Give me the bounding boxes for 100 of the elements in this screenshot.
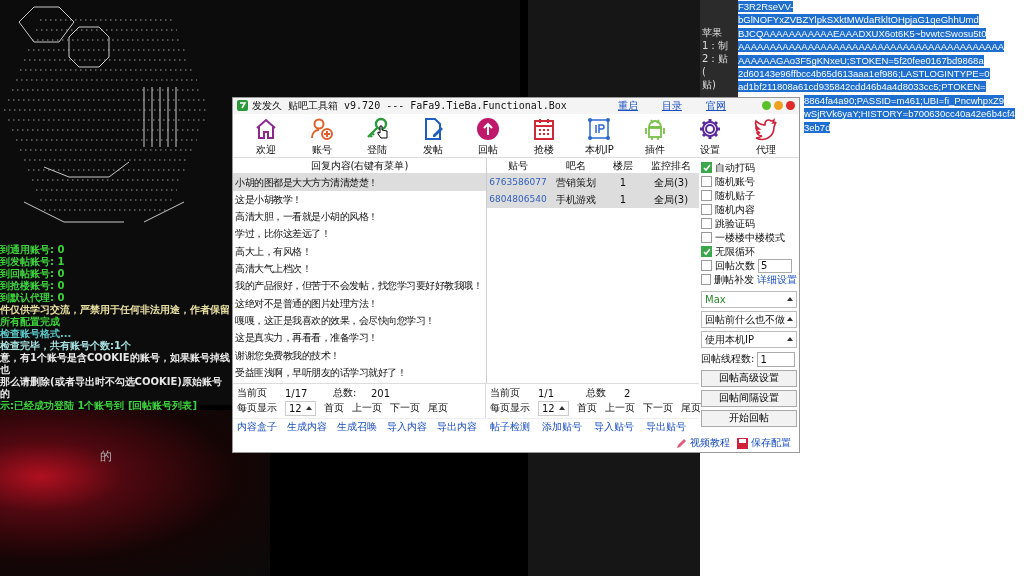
reply-row[interactable]: 这是真实力，再看看，准备学习！ bbox=[233, 329, 486, 347]
action-link[interactable]: 生成内容 bbox=[287, 419, 327, 434]
toolbar-button[interactable]: 回帖 bbox=[463, 113, 514, 157]
column-header[interactable]: 楼层 bbox=[603, 157, 643, 173]
table-cell-text: 营销策划 bbox=[555, 175, 597, 190]
selected-text: F3R2RseVV- bbox=[738, 1, 794, 12]
maximize-button[interactable] bbox=[774, 101, 783, 111]
pager-link[interactable]: 上一页 bbox=[351, 401, 382, 416]
header-link[interactable]: 重启 bbox=[618, 98, 658, 113]
dropdown[interactable]: Max bbox=[701, 290, 797, 308]
toolbar-button[interactable]: 代理 bbox=[740, 113, 791, 157]
reply-row[interactable]: 高大上，有风格！ bbox=[233, 242, 486, 260]
header-link[interactable]: 目录 bbox=[662, 98, 702, 113]
toolbar-button[interactable]: 账号 bbox=[296, 113, 347, 157]
checkbox[interactable] bbox=[701, 190, 712, 202]
details-link[interactable]: 详细设置 bbox=[757, 272, 797, 287]
action-link[interactable]: 内容盒子 bbox=[237, 419, 277, 434]
checkbox-label: 自动打码 bbox=[715, 160, 755, 175]
selected-text: 3eb7d bbox=[804, 121, 831, 133]
count-field[interactable]: 5 bbox=[758, 258, 792, 273]
action-button[interactable]: 回帖高级设置 bbox=[701, 369, 797, 387]
post-id-link[interactable]: 6763586077 bbox=[487, 173, 549, 191]
checkbox[interactable] bbox=[701, 274, 711, 286]
column-header[interactable]: 贴号 bbox=[487, 157, 549, 173]
toolbar-button[interactable]: 发帖 bbox=[407, 113, 458, 157]
caret-icon bbox=[558, 406, 565, 411]
console-line: 到发帖账号: 1 bbox=[0, 256, 66, 268]
pager-label: 每页显示 bbox=[490, 401, 530, 416]
minimize-button[interactable] bbox=[762, 101, 771, 111]
page-size-select[interactable]: 12 bbox=[285, 400, 316, 416]
reply-row[interactable]: 谢谢您免费教我的技术！ bbox=[233, 346, 486, 364]
threads-spinner[interactable]: 1 bbox=[757, 351, 796, 367]
pager-link[interactable]: 下一页 bbox=[642, 401, 673, 416]
action-link[interactable]: 生成召唤 bbox=[337, 419, 377, 434]
footer-link[interactable]: 保存配置 bbox=[751, 436, 791, 451]
toolbar-button[interactable]: 本机IP bbox=[574, 113, 625, 157]
action-link[interactable]: 帖子检测 bbox=[490, 419, 531, 434]
pencil-icon bbox=[676, 437, 687, 449]
action-link[interactable]: 导入内容 bbox=[387, 419, 427, 434]
reply-row[interactable]: 嘎嘎，这正是我喜欢的效果，会尽快向您学习！ bbox=[233, 311, 486, 330]
reply-row[interactable]: 高清大气上档次！ bbox=[233, 260, 486, 278]
page-size-select[interactable]: 12 bbox=[538, 400, 569, 416]
window-title: 发发久 贴吧工具箱 v9.720 --- FaFa9.TieBa.Functional.Box bbox=[252, 98, 568, 113]
dropdown[interactable]: 使用本机IP bbox=[701, 330, 797, 348]
toolbar-button[interactable]: 插件 bbox=[629, 113, 680, 157]
pager-link[interactable]: 上一页 bbox=[604, 401, 635, 416]
action-link[interactable]: 导出内容 bbox=[437, 419, 477, 434]
calendar-icon bbox=[531, 116, 556, 141]
console-line: 件仅供学习交流，严禁用于任何非法用途，作者保留 bbox=[0, 304, 230, 316]
upload-circle-icon bbox=[476, 116, 501, 141]
action-button[interactable]: 回帖间隔设置 bbox=[701, 389, 797, 407]
reply-row[interactable]: 高清大胆，一看就是小胡的风格！ bbox=[233, 208, 486, 226]
toolbar-button[interactable]: 抢楼 bbox=[518, 113, 569, 157]
checkbox[interactable] bbox=[701, 260, 712, 272]
checkbox[interactable] bbox=[701, 232, 712, 244]
pager-link[interactable]: 首页 bbox=[576, 401, 597, 416]
column-header[interactable]: 回复内容(右键有菜单) bbox=[233, 157, 486, 174]
reply-row[interactable]: 受益匪浅啊，早听朋友的话学习就好了！ bbox=[233, 363, 486, 382]
pager-link[interactable]: 尾页 bbox=[427, 401, 448, 416]
pager-link[interactable]: 下一页 bbox=[389, 401, 420, 416]
reply-row[interactable]: 学过，比你这差远了！ bbox=[233, 225, 486, 243]
pager-link[interactable]: 首页 bbox=[323, 401, 344, 416]
reply-row[interactable]: 这绝对不是普通的图片处理方法！ bbox=[233, 294, 486, 312]
total-count: 2 bbox=[624, 387, 631, 399]
checkbox[interactable] bbox=[701, 162, 712, 174]
background-text: 的 bbox=[100, 448, 112, 465]
toolbar-button[interactable]: 欢迎 bbox=[241, 113, 291, 157]
toolbar-button[interactable]: 登陆 bbox=[352, 113, 403, 157]
caret-icon bbox=[787, 337, 793, 342]
column-header[interactable]: 吧名 bbox=[549, 157, 603, 173]
checkbox[interactable] bbox=[701, 218, 712, 230]
reply-row[interactable]: 我的产品很好，但苦于不会发帖，找您学习要好好教我哦！ bbox=[233, 277, 486, 295]
pager-link[interactable]: 尾页 bbox=[680, 401, 701, 416]
console-line: 所有配置完成 bbox=[0, 316, 61, 328]
checkbox-label: 删帖补发 bbox=[714, 272, 754, 287]
selected-text: AAAAAAAAAAAAAAAAAAAAAAAAAAAAAAAAAAAAAAAAAA bbox=[738, 41, 1005, 53]
action-button[interactable]: 开始回帖 bbox=[701, 409, 797, 427]
hand-cursor-icon bbox=[377, 125, 388, 139]
dropdown[interactable]: 回帖前什么也不做 bbox=[701, 310, 797, 328]
checkbox-label: 随机贴子 bbox=[715, 188, 755, 203]
toolbar-button[interactable]: 设置 bbox=[685, 113, 736, 157]
bird-icon bbox=[753, 116, 778, 141]
selected-text: BJCQAAAAAAAAAAAEAAADXUX6ot6K5~bvwtcSwosu5t0 bbox=[738, 27, 987, 39]
checkbox[interactable] bbox=[701, 246, 712, 258]
total-count: 201 bbox=[371, 387, 391, 399]
console-line: 示:已经成功登陆 1个账号到 [回帖账号列表] bbox=[0, 400, 199, 412]
table-cell-text: 全局(3) bbox=[652, 192, 690, 207]
caret-icon bbox=[305, 406, 312, 411]
checkbox-label: 一楼楼中楼模式 bbox=[715, 230, 785, 245]
checkbox[interactable] bbox=[701, 204, 712, 216]
reply-row[interactable]: 这是小胡教学！ bbox=[233, 190, 486, 209]
action-link[interactable]: 添加贴号 bbox=[542, 419, 583, 434]
checkbox[interactable] bbox=[701, 176, 712, 188]
action-link[interactable]: 导入贴号 bbox=[594, 419, 635, 434]
post-id-link[interactable]: 6804806540 bbox=[487, 190, 549, 209]
column-header[interactable]: 监控排名 bbox=[643, 157, 699, 173]
action-link[interactable]: 导出贴号 bbox=[646, 419, 687, 434]
footer-link[interactable]: 视频教程 bbox=[690, 436, 730, 451]
header-link[interactable]: 官网 bbox=[706, 98, 746, 113]
close-button[interactable] bbox=[786, 101, 795, 111]
